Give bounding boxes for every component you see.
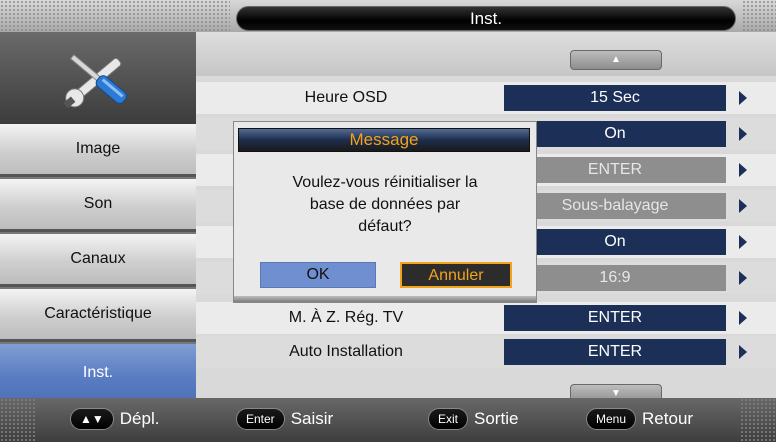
top-bar-texture-right <box>742 0 776 32</box>
row-value[interactable]: On <box>504 229 726 255</box>
tools-icon <box>63 54 128 109</box>
top-bar-texture-left <box>0 0 230 32</box>
cancel-button[interactable]: Annuler <box>400 262 512 288</box>
sidebar-item-label: Image <box>75 140 121 157</box>
arrow-right-icon <box>739 235 747 249</box>
bottom-bar-texture-right <box>740 398 776 442</box>
hint-move: ▲▼ Dépl. <box>70 406 159 432</box>
sidebar-item-label: Inst. <box>82 364 114 381</box>
dialog-title: Message <box>238 128 530 152</box>
dialog-bottom-edge <box>234 296 536 302</box>
arrow-keys-icon: ▲▼ <box>70 408 114 430</box>
dialog-message: Voulez-vous réinitialiser la base de don… <box>234 172 536 238</box>
row-value[interactable]: On <box>504 121 726 147</box>
row-label: M. À Z. Rég. TV <box>288 309 404 326</box>
settings-row-auto-installation[interactable]: Auto Installation ENTER <box>196 336 776 368</box>
enter-key-icon: Enter <box>236 408 285 430</box>
row-label: Auto Installation <box>289 343 403 360</box>
arrow-right-icon <box>739 345 747 359</box>
sidebar-item-inst[interactable]: Inst. <box>0 344 196 404</box>
sidebar: Image Son Canaux Caractéristique Inst. <box>0 32 196 404</box>
scroll-up-button[interactable]: ▲ <box>570 50 662 70</box>
row-value[interactable]: ENTER <box>504 339 726 365</box>
arrow-right-icon <box>739 311 747 325</box>
top-bar: Inst. <box>0 0 776 32</box>
arrow-right-icon <box>739 91 747 105</box>
menu-key-icon: Menu <box>586 408 637 430</box>
arrow-right-icon <box>739 163 747 177</box>
settings-row-reset-tv[interactable]: M. À Z. Rég. TV ENTER <box>196 302 776 334</box>
ok-button[interactable]: OK <box>260 262 376 288</box>
hint-menu: Menu Retour <box>586 406 693 432</box>
tv-menu-screen: Inst. Image Son Canaux Caractéristique I… <box>0 0 776 442</box>
sidebar-item-canaux[interactable]: Canaux <box>0 234 196 287</box>
sidebar-item-label: Caractéristique <box>44 305 152 322</box>
hint-label: Retour <box>642 409 694 428</box>
exit-key-icon: Exit <box>428 408 469 430</box>
chevron-up-icon: ▲ <box>611 54 621 65</box>
panel-header <box>196 32 776 76</box>
sidebar-item-label: Canaux <box>70 250 126 267</box>
sidebar-item-label: Son <box>83 195 113 212</box>
row-value[interactable]: ENTER <box>504 305 726 331</box>
sidebar-item-image[interactable]: Image <box>0 124 196 177</box>
message-dialog: Message Voulez-vous réinitialiser la bas… <box>234 122 536 302</box>
dialog-message-line: base de données par <box>309 196 461 213</box>
hint-label: Sortie <box>474 409 519 428</box>
sidebar-item-caracteristique[interactable]: Caractéristique <box>0 289 196 342</box>
hint-exit: Exit Sortie <box>428 406 518 432</box>
hint-label: Saisir <box>290 409 334 428</box>
bottom-bar-texture-left <box>0 398 36 442</box>
tools-tile <box>0 32 196 126</box>
hint-enter: Enter Saisir <box>236 406 333 432</box>
row-label: Heure OSD <box>304 89 388 106</box>
bottom-bar: ▲▼ Dépl. Enter Saisir Exit Sortie Menu R… <box>0 398 776 442</box>
page-title: Inst. <box>236 6 736 31</box>
arrow-right-icon <box>739 127 747 141</box>
dialog-message-line: Voulez-vous réinitialiser la <box>292 174 478 191</box>
row-value[interactable]: 16:9 <box>504 265 726 291</box>
sidebar-item-son[interactable]: Son <box>0 179 196 232</box>
row-value[interactable]: 15 Sec <box>504 85 726 111</box>
arrow-right-icon <box>739 271 747 285</box>
dialog-message-line: défaut? <box>358 218 412 235</box>
row-value[interactable]: ENTER <box>504 157 726 183</box>
settings-row-heure-osd[interactable]: Heure OSD 15 Sec <box>196 82 776 114</box>
row-value[interactable]: Sous-balayage <box>504 193 726 219</box>
hint-label: Dépl. <box>119 409 160 428</box>
arrow-right-icon <box>739 199 747 213</box>
